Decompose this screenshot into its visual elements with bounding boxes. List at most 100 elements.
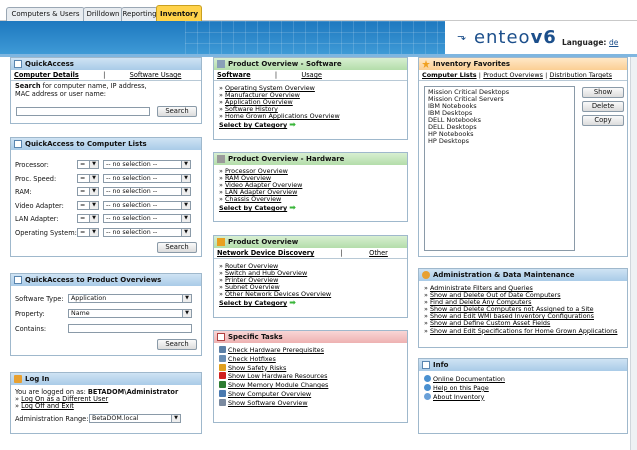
tab-computer-lists[interactable]: Computer Lists [422, 71, 477, 79]
select-by-category-link[interactable]: Select by Category [219, 121, 287, 129]
header-logo-area: ⬎ enteov6 Language: de [445, 21, 637, 54]
property-select[interactable]: Name ▼ [68, 309, 192, 318]
criteria-value-select[interactable]: -- no selection -- ▼ [103, 200, 191, 210]
task-item[interactable]: Show Software Overview [219, 398, 328, 408]
operator-select[interactable]: = ▼ [77, 200, 99, 210]
info-icon [422, 361, 430, 369]
operator-select[interactable]: = ▼ [77, 173, 99, 183]
software-icon [217, 60, 225, 68]
product-overviews-header: QuickAccess to Product Overviews [11, 274, 201, 286]
language-link[interactable]: de [609, 38, 618, 47]
info-header: Info [419, 359, 627, 371]
product-overviews-search-button[interactable]: Search [157, 339, 197, 350]
product-overviews-panel: QuickAccess to Product Overviews Softwar… [10, 273, 202, 356]
criteria-label: Video Adapter: [15, 201, 64, 210]
select-by-category-link[interactable]: Select by Category [219, 299, 287, 307]
task-item[interactable]: Show Low Hardware Resources [219, 372, 328, 381]
task-item[interactable]: Check Hotfixes [219, 354, 328, 364]
software-type-label: Software Type: [15, 295, 64, 303]
login-icon [14, 375, 22, 383]
search-hint: Search for computer name, IP address, MA… [15, 82, 147, 98]
info-link[interactable]: Online Documentation [424, 375, 505, 384]
operator-select[interactable]: = ▼ [77, 187, 99, 197]
favorites-show-button[interactable]: Show [582, 87, 624, 98]
software-type-select[interactable]: Application ▼ [68, 294, 192, 303]
po-hardware-panel: Product Overview - Hardware » Processor … [213, 152, 408, 222]
tab-product-overviews[interactable]: Product Overviews [483, 71, 543, 79]
task-item[interactable]: Show Memory Module Changes [219, 381, 328, 390]
po-software-subtabs: Software | Usage [214, 70, 407, 81]
overview-link[interactable]: Other Network Devices Overview [225, 290, 331, 298]
po-software-panel: Product Overview - Software Software | U… [213, 57, 408, 140]
product-overview-subtabs: Network Device Discovery | Other [214, 248, 407, 259]
overview-link[interactable]: Show and Edit Specifications for Home Gr… [430, 327, 618, 335]
enteo-logo: ⬎ enteov6 [457, 27, 557, 48]
tab-bar: Computers & Users Drilldown Reporting In… [0, 0, 637, 22]
hardware-icon [219, 346, 226, 353]
computer-search-input[interactable] [16, 107, 150, 116]
quickaccess-icon [14, 60, 22, 68]
tab-software-usage[interactable]: Software Usage [130, 71, 182, 79]
login-panel: Log In You are logged on as: BETADOM\Adm… [10, 372, 202, 434]
tab-other[interactable]: Other [369, 249, 388, 257]
tab-computers-users[interactable]: Computers & Users [6, 7, 85, 21]
help-icon [424, 383, 431, 391]
tab-usage[interactable]: Usage [301, 71, 322, 79]
stop-icon [219, 372, 226, 380]
overview-link[interactable]: Home Grown Applications Overview [225, 112, 340, 120]
info-link[interactable]: About Inventory [424, 392, 505, 402]
hotfix-icon [219, 354, 226, 362]
star-icon [422, 60, 430, 68]
computer-lists-panel: QuickAccess to Computer Lists Processor:… [10, 137, 202, 257]
arrow-right-icon: ➡ [289, 298, 296, 308]
criteria-value-select[interactable]: -- no selection -- ▼ [103, 187, 191, 197]
page-scrollbar[interactable] [630, 57, 637, 450]
quickaccess-subtabs: Computer Details | Software Usage [11, 70, 201, 81]
memory-icon [219, 381, 226, 389]
operator-select[interactable]: = ▼ [77, 228, 99, 237]
favorites-listbox[interactable]: Mission Critical Desktops Mission Critica… [424, 86, 575, 251]
criteria-label: RAM: [15, 188, 32, 197]
arrow-right-icon: ➡ [289, 203, 296, 213]
criteria-label: Proc. Speed: [15, 174, 57, 183]
favorite-item[interactable]: HP Desktops [428, 138, 571, 145]
operator-select[interactable]: = ▼ [77, 214, 99, 224]
task-item[interactable]: Check Hardware Prerequisites [219, 346, 328, 355]
criteria-label: Operating System: [15, 229, 77, 237]
criteria-value-select[interactable]: -- no selection -- ▼ [103, 160, 191, 169]
contains-input[interactable] [68, 324, 192, 333]
po-software-header: Product Overview - Software [214, 58, 407, 70]
info-link[interactable]: Help on this Page [424, 383, 505, 393]
computer-lists-search-button[interactable]: Search [157, 242, 197, 253]
overview-link[interactable]: Chassis Overview [225, 195, 281, 203]
tab-inventory[interactable]: Inventory [156, 5, 202, 22]
task-item[interactable]: Show Safety Risks [219, 363, 328, 373]
tab-network-device-discovery[interactable]: Network Device Discovery [217, 249, 314, 257]
login-header: Log In [11, 373, 201, 385]
tab-software[interactable]: Software [217, 71, 251, 79]
about-icon [424, 392, 431, 400]
inventory-favorites-header: Inventory Favorites [419, 58, 627, 70]
task-item[interactable]: Show Computer Overview [219, 389, 328, 399]
info-panel: Info Online Documentation Help on this Pa… [418, 358, 628, 434]
select-by-category-link[interactable]: Select by Category [219, 204, 287, 212]
tab-drilldown[interactable]: Drilldown [83, 7, 123, 21]
criteria-value-select[interactable]: -- no selection -- ▼ [103, 228, 191, 237]
log-off-exit-link[interactable]: Log Off and Exit [21, 402, 74, 410]
tab-distribution-targets[interactable]: Distribution Targets [550, 71, 612, 79]
criteria-value-select[interactable]: -- no selection -- ▼ [103, 173, 191, 183]
admin-icon [422, 271, 430, 279]
globe-icon [424, 375, 431, 382]
hardware-icon [217, 155, 225, 163]
operator-select[interactable]: = ▼ [77, 160, 99, 169]
software-icon [219, 398, 226, 406]
tab-computer-details[interactable]: Computer Details [14, 71, 79, 79]
product-overview-panel: Product Overview Network Device Discover… [213, 235, 408, 318]
list-icon [14, 140, 22, 148]
tab-reporting[interactable]: Reporting [121, 7, 158, 21]
quickaccess-search-button[interactable]: Search [157, 106, 197, 117]
criteria-value-select[interactable]: -- no selection -- ▼ [103, 214, 191, 224]
admin-range-select[interactable]: BetaDOM.local ▼ [89, 414, 181, 423]
favorites-delete-button[interactable]: Delete [582, 101, 624, 112]
favorites-copy-button[interactable]: Copy [582, 115, 624, 126]
